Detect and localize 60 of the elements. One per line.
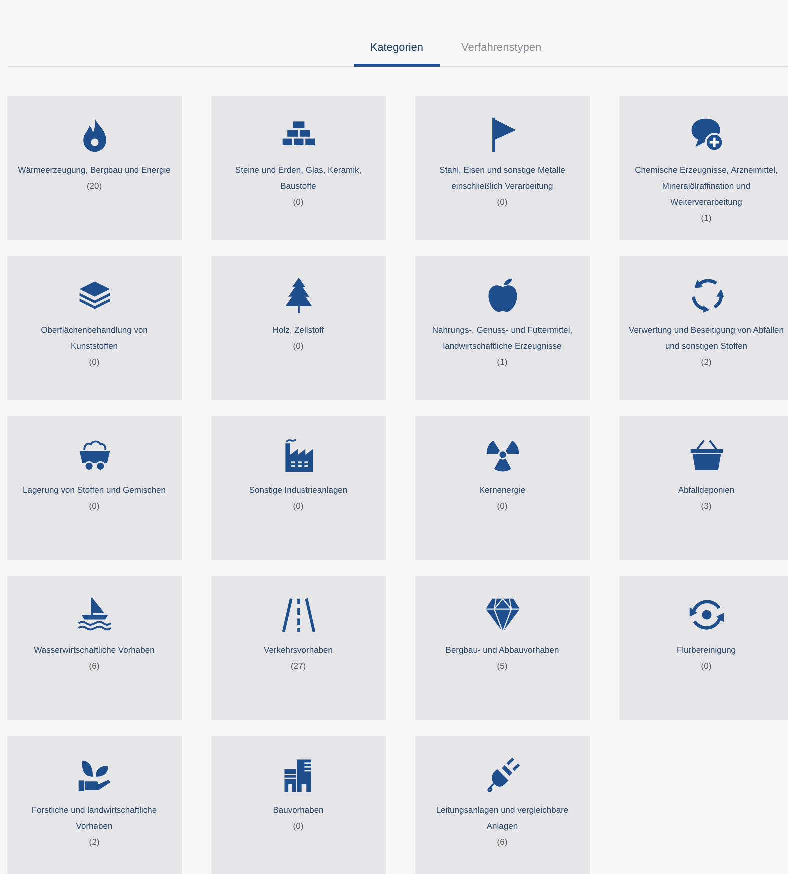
category-card[interactable]: Wärmeerzeugung, Bergbau und Energie (20) [7, 96, 182, 240]
category-label: Nahrungs-, Genuss- und Futtermittel, landwirtschaftliche Erzeugnisse [431, 324, 574, 353]
category-count: (20) [86, 180, 102, 193]
category-card[interactable]: Stahl, Eisen und sonstige Metalle einschließlich Verarbeitung (0) [415, 96, 590, 240]
category-count: (0) [293, 500, 304, 513]
category-count: (6) [89, 660, 100, 673]
category-count: (0) [701, 660, 712, 673]
category-count: (3) [701, 500, 712, 513]
category-card[interactable]: Steine und Erden, Glas, Keramik, Baustoffe (0) [211, 96, 386, 240]
category-card[interactable]: Sonstige Industrieanlagen (0) [211, 416, 386, 560]
category-card[interactable]: Oberflächenbehandlung von Kunststoffen (0) [7, 256, 182, 400]
category-label: Forstliche und landwirtschaftliche Vorhaben [30, 804, 158, 833]
category-card[interactable]: Verkehrsvorhaben (27) [211, 576, 386, 720]
category-count: (0) [89, 500, 100, 513]
category-card[interactable]: Flurbereinigung (0) [619, 576, 788, 720]
category-label: Steine und Erden, Glas, Keramik, Baustoffe [234, 164, 363, 193]
category-count: (2) [89, 836, 100, 849]
diamond-icon [484, 596, 522, 634]
category-label: Wärmeerzeugung, Bergbau und Energie [18, 164, 171, 177]
category-label: Bauvorhaben [273, 804, 324, 817]
category-label: Abfalldeponien [678, 484, 735, 497]
category-card[interactable]: Bauvorhaben (0) [211, 736, 386, 874]
category-card[interactable]: Forstliche und landwirtschaftliche Vorhaben (2) [7, 736, 182, 874]
category-label: Verkehrsvorhaben [264, 644, 333, 657]
category-label: Flurbereinigung [676, 644, 736, 657]
category-card[interactable]: Lagerung von Stoffen und Gemischen (0) [7, 416, 182, 560]
category-count: (0) [89, 356, 100, 369]
category-count: (2) [701, 356, 712, 369]
category-card[interactable]: Leitungsanlagen und vergleichbare Anlagen (6) [415, 736, 590, 874]
category-label: Chemische Erzeugnisse, Arzneimittel, Mineralölraffination und Weiterverarbeitung [634, 164, 779, 209]
category-count: (0) [293, 196, 304, 209]
category-card[interactable]: Holz, Zellstoff (0) [211, 256, 386, 400]
category-card[interactable]: Nahrungs-, Genuss- und Futtermittel, landwirtschaftliche Erzeugnisse (1) [415, 256, 590, 400]
category-count: (0) [497, 500, 508, 513]
category-label: Holz, Zellstoff [272, 324, 324, 337]
category-card[interactable]: Abfalldeponien (3) [619, 416, 788, 560]
category-count: (0) [293, 340, 304, 353]
category-count: (0) [497, 196, 508, 209]
category-label: Verwertung und Beseitigung von Abfällen und sonstigen Stoffen [629, 324, 784, 353]
category-label: Oberflächenbehandlung von Kunststoffen [40, 324, 149, 353]
category-count: (1) [701, 212, 712, 225]
category-label: Wasserwirtschaftliche Vorhaben [34, 644, 155, 657]
category-card[interactable]: Verwertung und Beseitigung von Abfällen und sonstigen Stoffen (2) [619, 256, 788, 400]
category-card[interactable]: Kernenergie (0) [415, 416, 590, 560]
category-label: Leitungsanlagen und vergleichbare Anlagen [435, 804, 570, 833]
category-label: Bergbau- und Abbauvorhaben [446, 644, 560, 657]
category-label: Kernenergie [479, 484, 526, 497]
category-label: Stahl, Eisen und sonstige Metalle einschließlich Verarbeitung [438, 164, 566, 193]
category-count: (6) [497, 836, 508, 849]
category-label: Lagerung von Stoffen und Gemischen [22, 484, 166, 497]
category-count: (1) [497, 356, 508, 369]
tab[interactable]: Kategorien [354, 30, 440, 67]
category-card[interactable]: Chemische Erzeugnisse, Arzneimittel, Mineralölraffination und Weiterverarbeitung (1) [619, 96, 788, 240]
category-count: (0) [293, 820, 304, 833]
category-card[interactable]: Bergbau- und Abbauvorhaben (5) [415, 576, 590, 720]
category-count: (27) [290, 660, 306, 673]
category-label: Sonstige Industrieanlagen [249, 484, 348, 497]
road-icon [280, 596, 318, 634]
category-card[interactable]: Wasserwirtschaftliche Vorhaben (6) [7, 576, 182, 720]
category-count: (5) [497, 660, 508, 673]
